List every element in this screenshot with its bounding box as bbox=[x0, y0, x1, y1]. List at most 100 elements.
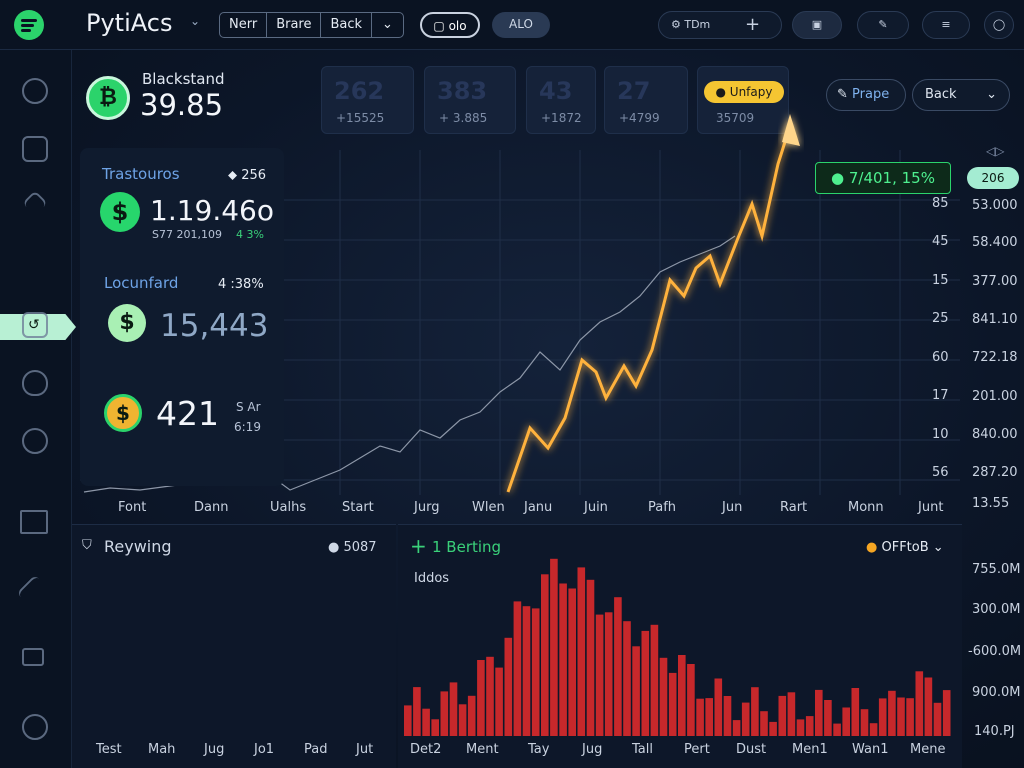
block1-title: Trastouros bbox=[102, 165, 180, 183]
stat-card[interactable]: 383 + 3.885 bbox=[424, 66, 516, 134]
volume-bar bbox=[440, 691, 449, 736]
volume-bar bbox=[915, 671, 924, 736]
inner-tick: 10 bbox=[932, 427, 949, 442]
inner-tick: 60 bbox=[932, 350, 949, 365]
sliders-icon[interactable] bbox=[22, 648, 44, 666]
block3-value: 421 bbox=[156, 394, 219, 433]
settings-icon[interactable] bbox=[22, 78, 48, 104]
x-label: Juin bbox=[584, 500, 608, 515]
x-label: Monn bbox=[848, 500, 884, 515]
collapse-icon[interactable]: ◁▷ bbox=[986, 144, 1004, 158]
x-label: Jo1 bbox=[254, 742, 275, 757]
volume-bar bbox=[787, 692, 796, 736]
volume-bar bbox=[714, 678, 723, 736]
x-label: Tay bbox=[528, 742, 550, 757]
x-label: Test bbox=[96, 742, 122, 757]
camera-button[interactable]: ▣ bbox=[792, 11, 842, 39]
volume-bar bbox=[723, 696, 732, 736]
olo-pill[interactable]: ▢ olo bbox=[420, 12, 480, 38]
right-tag[interactable]: 206 bbox=[967, 167, 1019, 189]
x-label: Janu bbox=[524, 500, 553, 515]
bottom-left-title: Reywing bbox=[104, 537, 172, 556]
volume-bar bbox=[541, 574, 549, 736]
x-label: Jug bbox=[204, 742, 225, 757]
clock-icon[interactable] bbox=[22, 428, 48, 454]
x-label: Jurg bbox=[414, 500, 440, 515]
block1-change: ⬥ 256 bbox=[228, 168, 267, 183]
x-label: Wan1 bbox=[852, 742, 889, 757]
menu-button[interactable]: ≡ bbox=[922, 11, 970, 39]
x-label: Junt bbox=[918, 500, 944, 515]
cube-icon[interactable] bbox=[22, 136, 48, 162]
badge-pill[interactable]: ● Unfapy bbox=[704, 81, 784, 103]
back-dropdown[interactable]: Back ⌄ bbox=[912, 79, 1010, 111]
segment-dropdown-icon[interactable]: ⌄ bbox=[372, 13, 403, 37]
arrow-up-icon[interactable] bbox=[22, 190, 48, 216]
left-sidebar: ↺ bbox=[0, 50, 76, 768]
hammer-icon[interactable] bbox=[16, 574, 54, 612]
ticker-name: Blackstand bbox=[142, 70, 225, 88]
volume-bar bbox=[404, 705, 412, 736]
volume-bar bbox=[522, 606, 531, 736]
x-label: Ualhs bbox=[270, 500, 307, 515]
chevron-down-icon[interactable]: ⌄ bbox=[190, 14, 200, 28]
tools-button[interactable]: ✎ bbox=[857, 11, 909, 39]
volume-bars bbox=[404, 558, 951, 736]
ticker-value: 39.85 bbox=[140, 88, 224, 122]
volume-bar bbox=[568, 588, 576, 736]
right-tick: 377.00 bbox=[972, 274, 1018, 289]
chevron-down-icon: ⌄ bbox=[986, 87, 997, 102]
segment-nerr[interactable]: Nerr bbox=[220, 13, 268, 37]
bottom-left-count: ● 5087 bbox=[328, 540, 377, 555]
x-label: Tall bbox=[632, 742, 653, 757]
stat-value: 43 bbox=[539, 77, 573, 105]
badge-card[interactable]: ● Unfapy 35709 bbox=[697, 66, 789, 134]
volume-bar bbox=[632, 646, 640, 736]
volume-bar bbox=[696, 698, 704, 736]
volume-bar bbox=[531, 608, 540, 736]
block1-pct: 4 3% bbox=[236, 228, 264, 241]
block3-note1: S Ar bbox=[236, 400, 261, 414]
back-label: Back bbox=[925, 87, 957, 102]
gold-coin-icon: $ bbox=[104, 394, 142, 432]
app-logo-icon[interactable] bbox=[14, 10, 44, 40]
stat-card[interactable]: 43 +1872 bbox=[526, 66, 596, 134]
dollar-coin-icon: $ bbox=[108, 304, 146, 342]
right-tick: 840.00 bbox=[972, 427, 1018, 442]
volume-bar bbox=[595, 614, 604, 736]
volume-bar bbox=[495, 667, 503, 736]
pie-icon[interactable] bbox=[22, 714, 48, 740]
alo-pill[interactable]: ALO bbox=[492, 12, 550, 38]
volume-bar bbox=[897, 697, 905, 736]
volume-bar bbox=[769, 721, 777, 736]
document-icon[interactable] bbox=[22, 312, 48, 338]
square-icon[interactable] bbox=[20, 510, 48, 534]
volume-bar bbox=[751, 687, 759, 736]
volume-bar bbox=[888, 690, 896, 736]
right-tick: 287.20 bbox=[972, 465, 1018, 480]
stat-card[interactable]: 27 +4799 bbox=[604, 66, 688, 134]
shield-icon[interactable] bbox=[22, 370, 48, 396]
x-label: Start bbox=[342, 500, 374, 515]
volume-bar bbox=[431, 719, 439, 736]
volume-bar bbox=[449, 682, 458, 736]
profile-avatar-icon[interactable]: ◯ bbox=[984, 11, 1014, 39]
stat-card[interactable]: 262 +15525 bbox=[321, 66, 414, 134]
right-tick: 300.0M bbox=[972, 602, 1021, 617]
prape-button[interactable]: ✎ Prape bbox=[826, 79, 906, 111]
volume-bar bbox=[604, 612, 613, 736]
tdm-button[interactable]: ⚙ TDm + bbox=[658, 11, 782, 39]
price-callout[interactable]: ● 7/401, 15% bbox=[815, 162, 951, 194]
volume-bar bbox=[659, 657, 668, 736]
x-label: Det2 bbox=[410, 742, 442, 757]
add-icon[interactable]: + bbox=[745, 12, 760, 38]
stat-change: +15525 bbox=[336, 111, 385, 125]
bottom-left-panel bbox=[72, 524, 396, 768]
alo-pill-label: ALO bbox=[509, 17, 533, 31]
x-label: Jun bbox=[722, 500, 743, 515]
stat-value: 383 bbox=[437, 77, 488, 105]
segment-back[interactable]: Back bbox=[321, 13, 373, 37]
olo-pill-label: olo bbox=[448, 19, 467, 33]
segment-brare[interactable]: Brare bbox=[267, 13, 322, 37]
volume-bar bbox=[577, 567, 586, 736]
